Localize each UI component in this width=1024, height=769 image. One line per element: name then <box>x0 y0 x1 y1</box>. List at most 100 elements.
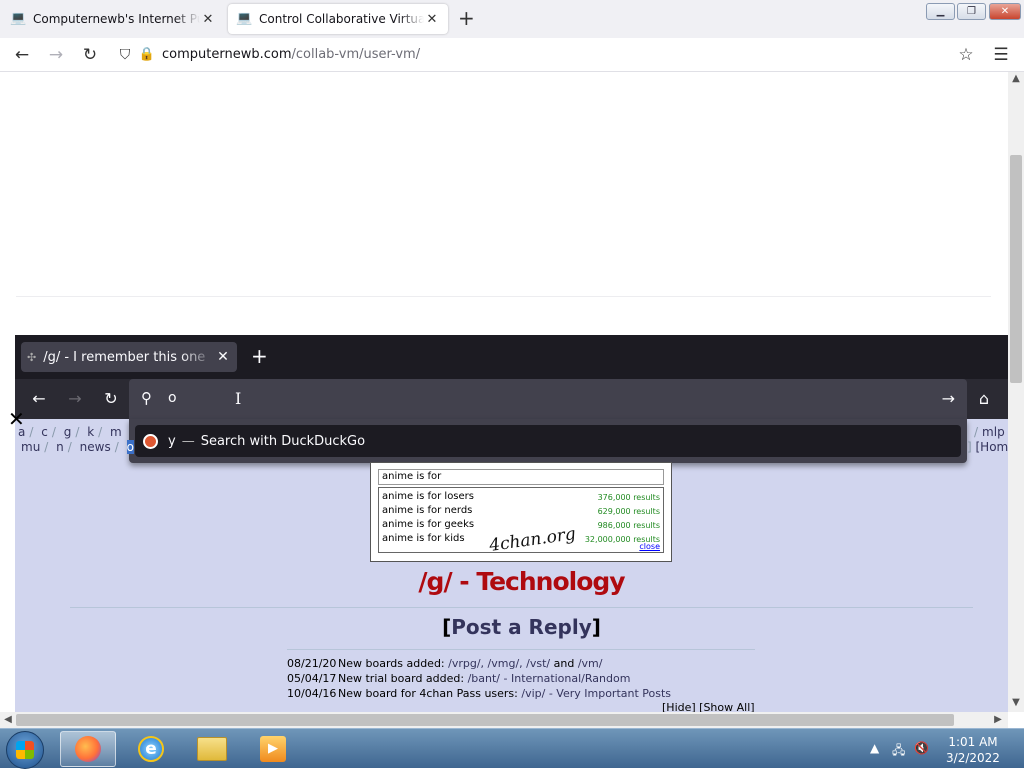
board-link[interactable]: news <box>80 440 111 454</box>
bookmark-star-icon[interactable]: ☆ <box>955 44 977 66</box>
vm-screen[interactable]: ✣ /g/ - I remember this one ✕ + ← → ↻ ⌂ … <box>15 335 1008 712</box>
vertical-scroll-thumb[interactable] <box>1010 155 1022 383</box>
board-link[interactable]: g <box>64 425 72 439</box>
news-link[interactable]: /bant/ - International/Random <box>468 672 631 685</box>
restore-button[interactable]: ❐ <box>957 3 986 20</box>
banner-stamp: 4chan.org <box>488 524 577 556</box>
news-text: and <box>550 657 578 670</box>
scroll-down-icon[interactable]: ▼ <box>1008 697 1024 708</box>
bracket: ] <box>591 615 601 639</box>
start-button[interactable] <box>6 731 44 769</box>
forward-icon[interactable]: → <box>63 387 87 411</box>
horizontal-scroll-thumb[interactable] <box>16 714 954 726</box>
board-link[interactable]: k <box>87 425 94 439</box>
go-arrow-icon[interactable]: → <box>942 389 955 408</box>
firefox-icon <box>75 736 101 762</box>
back-icon[interactable]: ← <box>27 387 51 411</box>
window-close-button[interactable]: ✕ <box>989 3 1021 20</box>
news-date: 05/04/17 <box>287 672 337 685</box>
shield-icon[interactable]: ⛉ <box>114 44 136 66</box>
close-icon[interactable]: ✕ <box>424 12 440 27</box>
minimize-button[interactable]: ▁ <box>926 3 955 20</box>
reload-icon[interactable]: ↻ <box>79 44 101 66</box>
suggestion-text: y <box>168 433 176 449</box>
news-date: 08/21/20 <box>287 657 337 670</box>
board-link[interactable]: mlp <box>982 425 1005 439</box>
banner-close: close <box>639 542 660 551</box>
scroll-left-icon[interactable]: ◀ <box>0 714 16 725</box>
banner-item: anime is for kids <box>382 533 465 544</box>
volume-muted-icon[interactable]: 🔇 <box>914 741 929 755</box>
board-link-selected[interactable]: o <box>126 440 134 454</box>
page-title: /g/ - Technology <box>418 567 625 596</box>
board-link[interactable]: mu <box>21 440 40 454</box>
board-row-2-right: ] [Hom <box>967 440 1008 454</box>
network-icon[interactable]: 🖧 <box>892 741 905 762</box>
taskbar-media-player[interactable]: ▶ <box>245 731 301 767</box>
news-link[interactable]: /vrpg/, /vmg/, /vst/ <box>448 657 550 670</box>
banner-item: anime is for losers <box>382 491 474 502</box>
clock-date: 3/2/2022 <box>946 751 1000 765</box>
close-icon[interactable]: ✕ <box>215 349 231 365</box>
vm-new-tab-button[interactable]: + <box>251 346 268 366</box>
url-domain: computernewb.com <box>162 47 292 62</box>
suggestion-duckduckgo[interactable]: y — Search with DuckDuckGo <box>135 425 961 457</box>
tab-collab-vm[interactable]: 💻 Control Collaborative Virtual Machine … <box>228 4 448 34</box>
banner-item: anime is for nerds <box>382 505 473 516</box>
home-link[interactable]: [Hom <box>976 440 1009 454</box>
banner-image[interactable]: anime is for anime is for losers 376,000… <box>370 462 672 562</box>
tab-title: Control Collaborative Virtual Machine <box>259 12 424 26</box>
url-bar[interactable]: computernewb.com/collab-vm/user-vm/ <box>162 47 420 62</box>
new-tab-button[interactable]: + <box>458 8 475 28</box>
crosshair-cursor-icon: ✕ <box>8 407 25 431</box>
search-icon: ⚲ <box>141 389 152 407</box>
tab-title: Computernewb's Internet Pub Hub <box>33 12 200 26</box>
taskbar-file-explorer[interactable] <box>184 731 240 767</box>
clock-time: 1:01 AM <box>948 735 998 749</box>
divider <box>70 607 973 608</box>
news-link[interactable]: /vip/ - Very Important Posts <box>521 687 671 700</box>
media-player-icon: ▶ <box>260 736 286 762</box>
news-text: New board for 4chan Pass users: <box>338 687 522 700</box>
scroll-right-icon[interactable]: ▶ <box>990 714 1006 725</box>
scroll-up-icon[interactable]: ▲ <box>1008 73 1024 84</box>
news-text: New boards added: <box>338 657 449 670</box>
board-link[interactable]: m <box>110 425 122 439</box>
hide-show-links[interactable]: [Hide] [Show All] <box>662 701 755 712</box>
text-cursor-icon: I <box>235 389 242 408</box>
taskbar-firefox[interactable] <box>60 731 116 767</box>
news-item: 10/04/16 New board for 4chan Pass users: … <box>287 686 671 701</box>
board-link[interactable]: c <box>41 425 48 439</box>
vm-address-bar[interactable]: ⚲ o → <box>129 379 967 419</box>
forward-icon[interactable]: → <box>45 44 67 66</box>
news-list: 08/21/20 New boards added: /vrpg/, /vmg/,… <box>287 656 671 701</box>
show-hidden-icons[interactable]: ▲ <box>870 741 879 755</box>
clock[interactable]: 1:01 AM 3/2/2022 <box>940 734 1006 766</box>
computer-icon: 💻 <box>10 11 27 26</box>
divider <box>16 296 991 297</box>
bracket: [ <box>442 615 452 639</box>
board-row-1-right: / mlp <box>974 425 1005 439</box>
windows-logo-icon <box>16 741 34 759</box>
close-icon[interactable]: ✕ <box>200 12 216 27</box>
post-reply-heading: [Post a Reply] <box>15 615 1008 639</box>
back-icon[interactable]: ← <box>11 44 33 66</box>
taskbar-internet-explorer[interactable]: e <box>123 731 179 767</box>
banner-results: 629,000 results <box>597 507 660 516</box>
vm-tab[interactable]: ✣ /g/ - I remember this one ✕ <box>21 342 237 372</box>
board-row-2: mu / n / news / o <box>21 440 134 454</box>
lock-icon[interactable]: 🔒 <box>136 44 158 66</box>
duckduckgo-icon <box>143 433 158 449</box>
menu-icon[interactable]: ☰ <box>990 44 1012 66</box>
tab-internet-pub-hub[interactable]: 💻 Computernewb's Internet Pub Hub ✕ <box>2 4 224 34</box>
board-link[interactable]: n <box>56 440 64 454</box>
news-text: New trial board added: <box>338 672 468 685</box>
banner-search-input: anime is for <box>378 469 664 485</box>
vm-tab-title: /g/ - I remember this one <box>43 349 206 365</box>
file-explorer-icon <box>197 737 227 761</box>
post-reply-link[interactable]: Post a Reply <box>451 615 591 639</box>
news-link[interactable]: /vm/ <box>578 657 603 670</box>
reload-icon[interactable]: ↻ <box>99 387 123 411</box>
address-input-text: o <box>168 390 177 406</box>
home-icon[interactable]: ⌂ <box>972 387 996 411</box>
